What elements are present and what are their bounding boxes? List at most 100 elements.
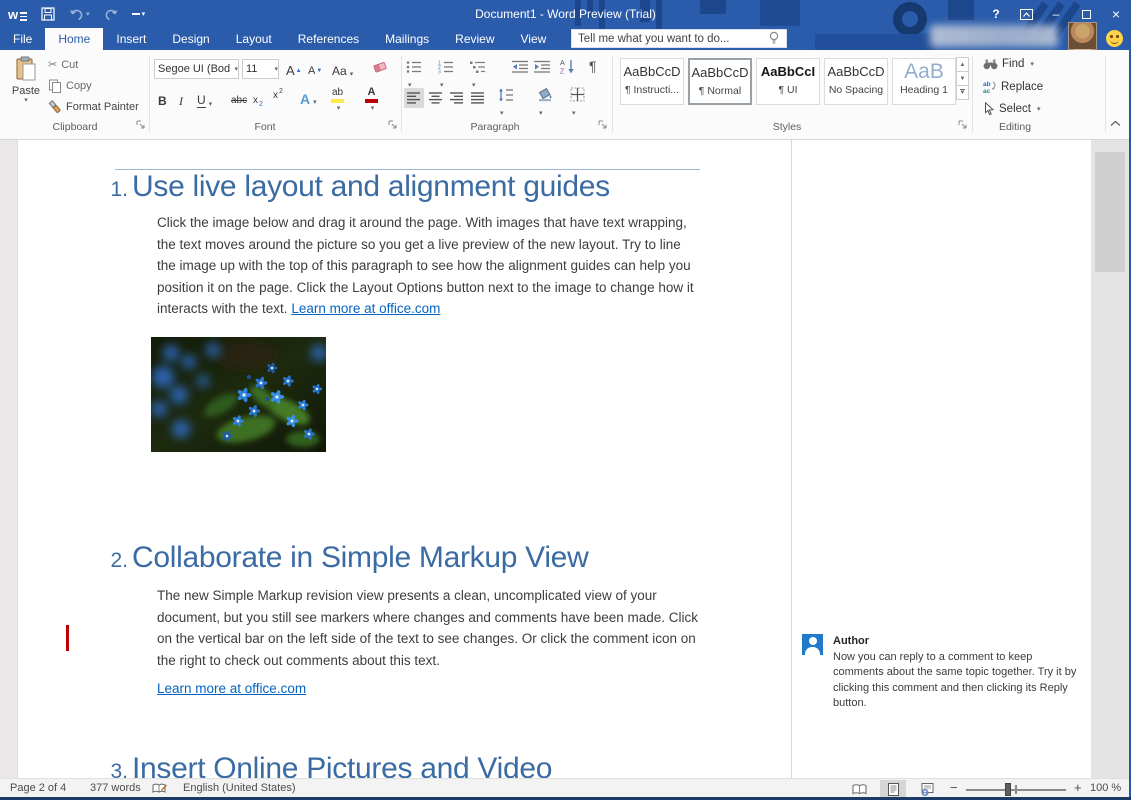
cut-button[interactable]: ✂ Cut <box>48 58 78 71</box>
format-painter-button[interactable]: Format Painter <box>48 100 139 114</box>
proofing-status-icon[interactable] <box>152 783 167 795</box>
print-layout-icon <box>888 783 899 796</box>
styles-dialog-launcher[interactable] <box>958 120 969 131</box>
revision-change-bar[interactable] <box>66 625 69 651</box>
flowers-photo[interactable] <box>151 337 326 452</box>
paste-button[interactable]: Paste ▾ <box>8 56 44 118</box>
show-hide-pilcrow-button[interactable]: ¶ <box>589 58 597 74</box>
shading-button[interactable] <box>537 87 554 120</box>
format-painter-icon <box>48 100 62 114</box>
styles-scroll-up-button[interactable]: ▲ <box>956 57 969 72</box>
select-button[interactable]: Select <box>983 102 1040 115</box>
underline-button[interactable]: U <box>197 90 212 108</box>
highlight-color-button[interactable]: ab <box>331 87 344 105</box>
highlight-color-swatch <box>331 99 344 103</box>
align-left-button[interactable] <box>404 88 424 108</box>
tell-me-search-box[interactable]: Tell me what you want to do... <box>571 29 787 48</box>
style-instructions[interactable]: AaBbCcD ¶ Instructi... <box>620 58 684 105</box>
undo-button[interactable]: ▾ <box>69 8 90 21</box>
collapse-ribbon-icon <box>1110 120 1121 127</box>
svg-text:Z: Z <box>560 69 565 76</box>
line-spacing-icon <box>498 88 514 102</box>
quick-access-toolbar: w ▾ <box>8 4 145 24</box>
superscript-button[interactable]: x2 <box>273 88 283 106</box>
maximize-button[interactable] <box>1071 0 1101 28</box>
vertical-scrollbar[interactable] <box>1091 140 1129 778</box>
bullets-icon <box>406 60 422 74</box>
sort-button[interactable]: AZ <box>560 58 576 75</box>
language-indicator[interactable]: English (United States) <box>183 782 296 794</box>
zoom-out-button[interactable]: − <box>950 780 958 795</box>
numbering-icon: 123 <box>438 60 454 74</box>
redo-button[interactable] <box>104 8 118 21</box>
tab-design[interactable]: Design <box>159 28 222 50</box>
style-no-spacing[interactable]: AaBbCcD No Spacing <box>824 58 888 105</box>
tab-mailings[interactable]: Mailings <box>372 28 442 50</box>
style-ui[interactable]: AaBbCcI ¶ UI <box>756 58 820 105</box>
clear-formatting-button[interactable] <box>372 59 388 75</box>
feedback-smiley-icon[interactable] <box>1106 30 1123 47</box>
zoom-level[interactable]: 100 % <box>1090 782 1121 794</box>
subscript-button[interactable]: x2 <box>253 90 263 108</box>
font-name-combo[interactable]: Segoe UI (Bod <box>154 59 239 79</box>
bold-button[interactable]: B <box>158 90 167 108</box>
strikethrough-button[interactable]: abc <box>231 90 247 108</box>
shrink-font-button[interactable]: A▼ <box>308 60 322 78</box>
line-spacing-button[interactable] <box>498 88 514 120</box>
page-indicator[interactable]: Page 2 of 4 <box>10 782 66 794</box>
collapse-ribbon-button[interactable] <box>1110 120 1121 127</box>
styles-gallery-more-button[interactable]: ▼ <box>956 85 969 100</box>
font-size-combo[interactable]: 11 <box>242 59 279 79</box>
tab-home[interactable]: Home <box>45 28 103 50</box>
font-color-button[interactable]: A <box>365 87 378 105</box>
tab-layout[interactable]: Layout <box>223 28 285 50</box>
office-com-link-1[interactable]: Learn more at office.com <box>291 301 440 316</box>
print-layout-button[interactable] <box>880 780 906 798</box>
undo-dropdown[interactable]: ▾ <box>86 11 90 18</box>
style-normal[interactable]: AaBbCcD ¶ Normal <box>688 58 752 105</box>
text-effects-button[interactable]: A <box>300 88 317 106</box>
justify-button[interactable] <box>468 88 488 108</box>
office-com-link-2[interactable]: Learn more at office.com <box>157 681 306 696</box>
save-button[interactable] <box>41 7 55 21</box>
clipboard-dialog-launcher[interactable] <box>136 120 147 131</box>
zoom-slider-thumb[interactable] <box>1005 783 1011 796</box>
increase-indent-button[interactable] <box>534 60 551 74</box>
italic-button[interactable]: I <box>179 90 183 108</box>
close-button[interactable]: × <box>1101 0 1131 28</box>
zoom-in-button[interactable]: + <box>1074 780 1082 795</box>
styles-scroll-down-button[interactable]: ▼ <box>956 71 969 86</box>
font-dialog-launcher[interactable] <box>388 120 399 131</box>
style-heading-1[interactable]: AaB Heading 1 <box>892 58 956 105</box>
read-mode-button[interactable] <box>846 780 872 798</box>
tab-insert[interactable]: Insert <box>103 28 159 50</box>
lightbulb-icon <box>768 31 780 46</box>
sort-icon: AZ <box>560 58 576 75</box>
find-button[interactable]: Find <box>983 58 1034 70</box>
vertical-scrollbar-thumb[interactable] <box>1095 152 1125 272</box>
change-case-button[interactable]: Aa <box>332 60 353 78</box>
word-count[interactable]: 377 words <box>90 782 141 794</box>
tab-view[interactable]: View <box>508 28 560 50</box>
tab-file[interactable]: File <box>0 28 45 50</box>
borders-button[interactable] <box>570 87 585 120</box>
minimize-button[interactable]: – <box>1041 0 1071 28</box>
ribbon-display-options-button[interactable] <box>1011 0 1041 28</box>
decrease-indent-button[interactable] <box>512 60 529 74</box>
help-button[interactable]: ? <box>981 0 1011 28</box>
web-layout-button[interactable] <box>914 780 940 798</box>
paragraph-dialog-launcher[interactable] <box>598 120 609 131</box>
align-right-button[interactable] <box>447 88 467 108</box>
document-canvas[interactable]: 1. Use live layout and alignment guides … <box>0 140 1131 778</box>
comment-author: Author <box>833 635 869 647</box>
replace-button[interactable]: ab ac Replace <box>983 80 1043 93</box>
tab-review[interactable]: Review <box>442 28 507 50</box>
copy-button[interactable]: Copy <box>48 79 92 93</box>
signed-in-user-name[interactable] <box>930 25 1058 47</box>
titlebar-pattern <box>760 0 800 26</box>
tab-references[interactable]: References <box>285 28 372 50</box>
grow-font-button[interactable]: A▲ <box>286 60 302 78</box>
customize-qat-button[interactable]: ▾ <box>132 11 146 18</box>
borders-icon <box>570 87 585 102</box>
align-center-button[interactable] <box>426 88 446 108</box>
